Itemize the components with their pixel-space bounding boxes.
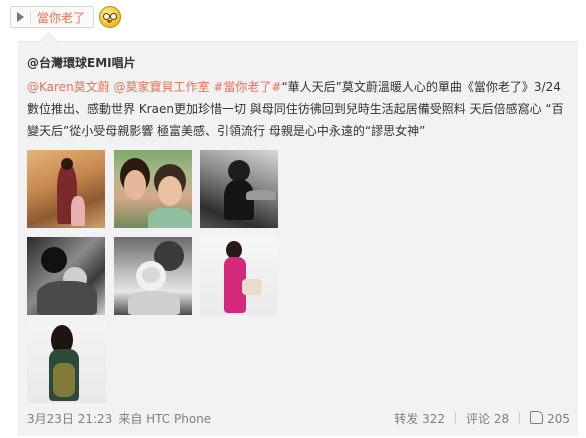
original-author-link[interactable]: @台灣環球EMI唱片 xyxy=(27,54,136,71)
card-caret xyxy=(39,32,58,51)
mention-karen[interactable]: @Karen莫文蔚 xyxy=(27,80,110,94)
photo-thumbnail[interactable] xyxy=(114,150,192,228)
post-text: @Karen莫文蔚 @莫家寶貝工作室 #當你老了#“華人天后”莫文蔚溫暖人心的單… xyxy=(27,76,567,142)
action-divider xyxy=(455,412,456,424)
shy-face-emoji-icon xyxy=(99,6,122,28)
like-button[interactable]: 205 xyxy=(530,410,570,426)
post-timestamp[interactable]: 3月23日 21:23 xyxy=(27,410,112,427)
audio-bar: 當你老了 xyxy=(10,6,122,28)
topic-tag[interactable]: #當你老了# xyxy=(213,80,281,94)
play-icon[interactable] xyxy=(17,12,24,22)
like-count: 205 xyxy=(547,412,570,426)
photo-thumbnail[interactable] xyxy=(200,150,278,228)
photo-thumbnail[interactable] xyxy=(27,150,105,228)
mention-studio[interactable]: @莫家寶貝工作室 xyxy=(114,80,210,94)
thumbs-up-icon xyxy=(530,411,544,424)
post-footer: 3月23日 21:23 来自 HTC Phone 转发 322 评论 28 20… xyxy=(27,408,570,428)
photo-thumbnail[interactable] xyxy=(200,237,278,315)
photo-thumbnail[interactable] xyxy=(114,237,192,315)
audio-track-title[interactable]: 當你老了 xyxy=(37,9,85,26)
chip-divider xyxy=(30,10,31,24)
repost-card: @台灣環球EMI唱片 @Karen莫文蔚 @莫家寶貝工作室 #當你老了#“華人天… xyxy=(18,32,578,436)
photo-thumbnail[interactable] xyxy=(27,237,105,315)
comment-button[interactable]: 评论 28 xyxy=(466,410,509,427)
action-divider xyxy=(519,412,521,424)
post-source[interactable]: 来自 HTC Phone xyxy=(118,410,211,427)
photo-thumbnail[interactable] xyxy=(27,323,106,403)
audio-track-chip[interactable]: 當你老了 xyxy=(10,6,95,28)
repost-button[interactable]: 转发 322 xyxy=(394,410,445,427)
